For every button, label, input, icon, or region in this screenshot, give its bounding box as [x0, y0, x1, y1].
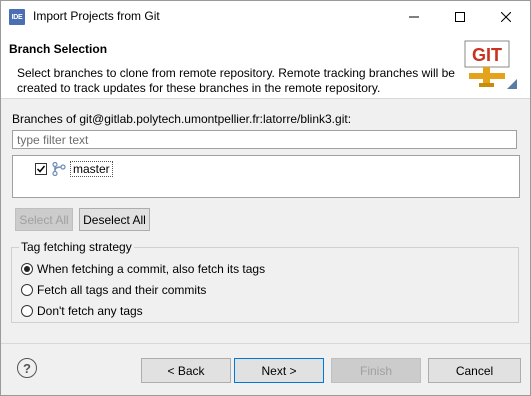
radio-selected-dot: [24, 266, 30, 272]
branch-list: master: [12, 155, 520, 198]
svg-text:GIT: GIT: [472, 45, 502, 65]
minimize-icon: [409, 16, 419, 17]
window-title: Import Projects from Git: [33, 9, 160, 23]
ide-app-icon: IDE: [9, 9, 25, 25]
radio-no-tags[interactable]: Don't fetch any tags: [21, 304, 143, 318]
radio-label: Fetch all tags and their commits: [37, 283, 207, 297]
radio-label: Don't fetch any tags: [37, 304, 143, 318]
radio-fetch-commit-tags[interactable]: When fetching a commit, also fetch its t…: [21, 262, 265, 276]
git-logo-icon: GIT: [464, 40, 517, 89]
radio-button[interactable]: [21, 305, 33, 317]
branch-checkbox[interactable]: [35, 163, 47, 175]
radio-button[interactable]: [21, 263, 33, 275]
radio-fetch-all-tags[interactable]: Fetch all tags and their commits: [21, 283, 206, 297]
branch-label: master: [70, 161, 113, 177]
deselect-all-button[interactable]: Deselect All: [79, 208, 150, 231]
footer-separator: [1, 343, 530, 344]
branch-icon: [52, 162, 66, 176]
wizard-banner: Branch Selection Select branches to clon…: [1, 32, 530, 99]
import-projects-dialog: IDE Import Projects from Git Branch Sele…: [0, 0, 531, 396]
branch-row-master[interactable]: master: [35, 160, 113, 178]
select-all-button[interactable]: Select All: [15, 208, 73, 231]
cancel-button[interactable]: Cancel: [428, 358, 521, 383]
page-description: Select branches to clone from remote rep…: [17, 66, 455, 95]
title-bar: IDE Import Projects from Git: [1, 1, 530, 32]
close-icon: [501, 11, 511, 22]
back-button[interactable]: < Back: [141, 358, 231, 383]
maximize-icon: [455, 11, 465, 22]
next-button[interactable]: Next >: [234, 358, 324, 383]
radio-label: When fetching a commit, also fetch its t…: [37, 262, 266, 276]
radio-button[interactable]: [21, 284, 33, 296]
minimize-button[interactable]: [391, 1, 437, 32]
branches-label: Branches of git@gitlab.polytech.umontpel…: [12, 112, 352, 126]
tag-fetching-legend: Tag fetching strategy: [19, 240, 134, 254]
help-icon[interactable]: ?: [17, 358, 37, 378]
branch-filter-input[interactable]: [12, 130, 517, 149]
maximize-button[interactable]: [437, 1, 483, 32]
finish-button[interactable]: Finish: [331, 358, 421, 383]
close-button[interactable]: [483, 1, 529, 32]
page-title: Branch Selection: [9, 42, 108, 56]
checkmark-icon: [36, 165, 46, 173]
